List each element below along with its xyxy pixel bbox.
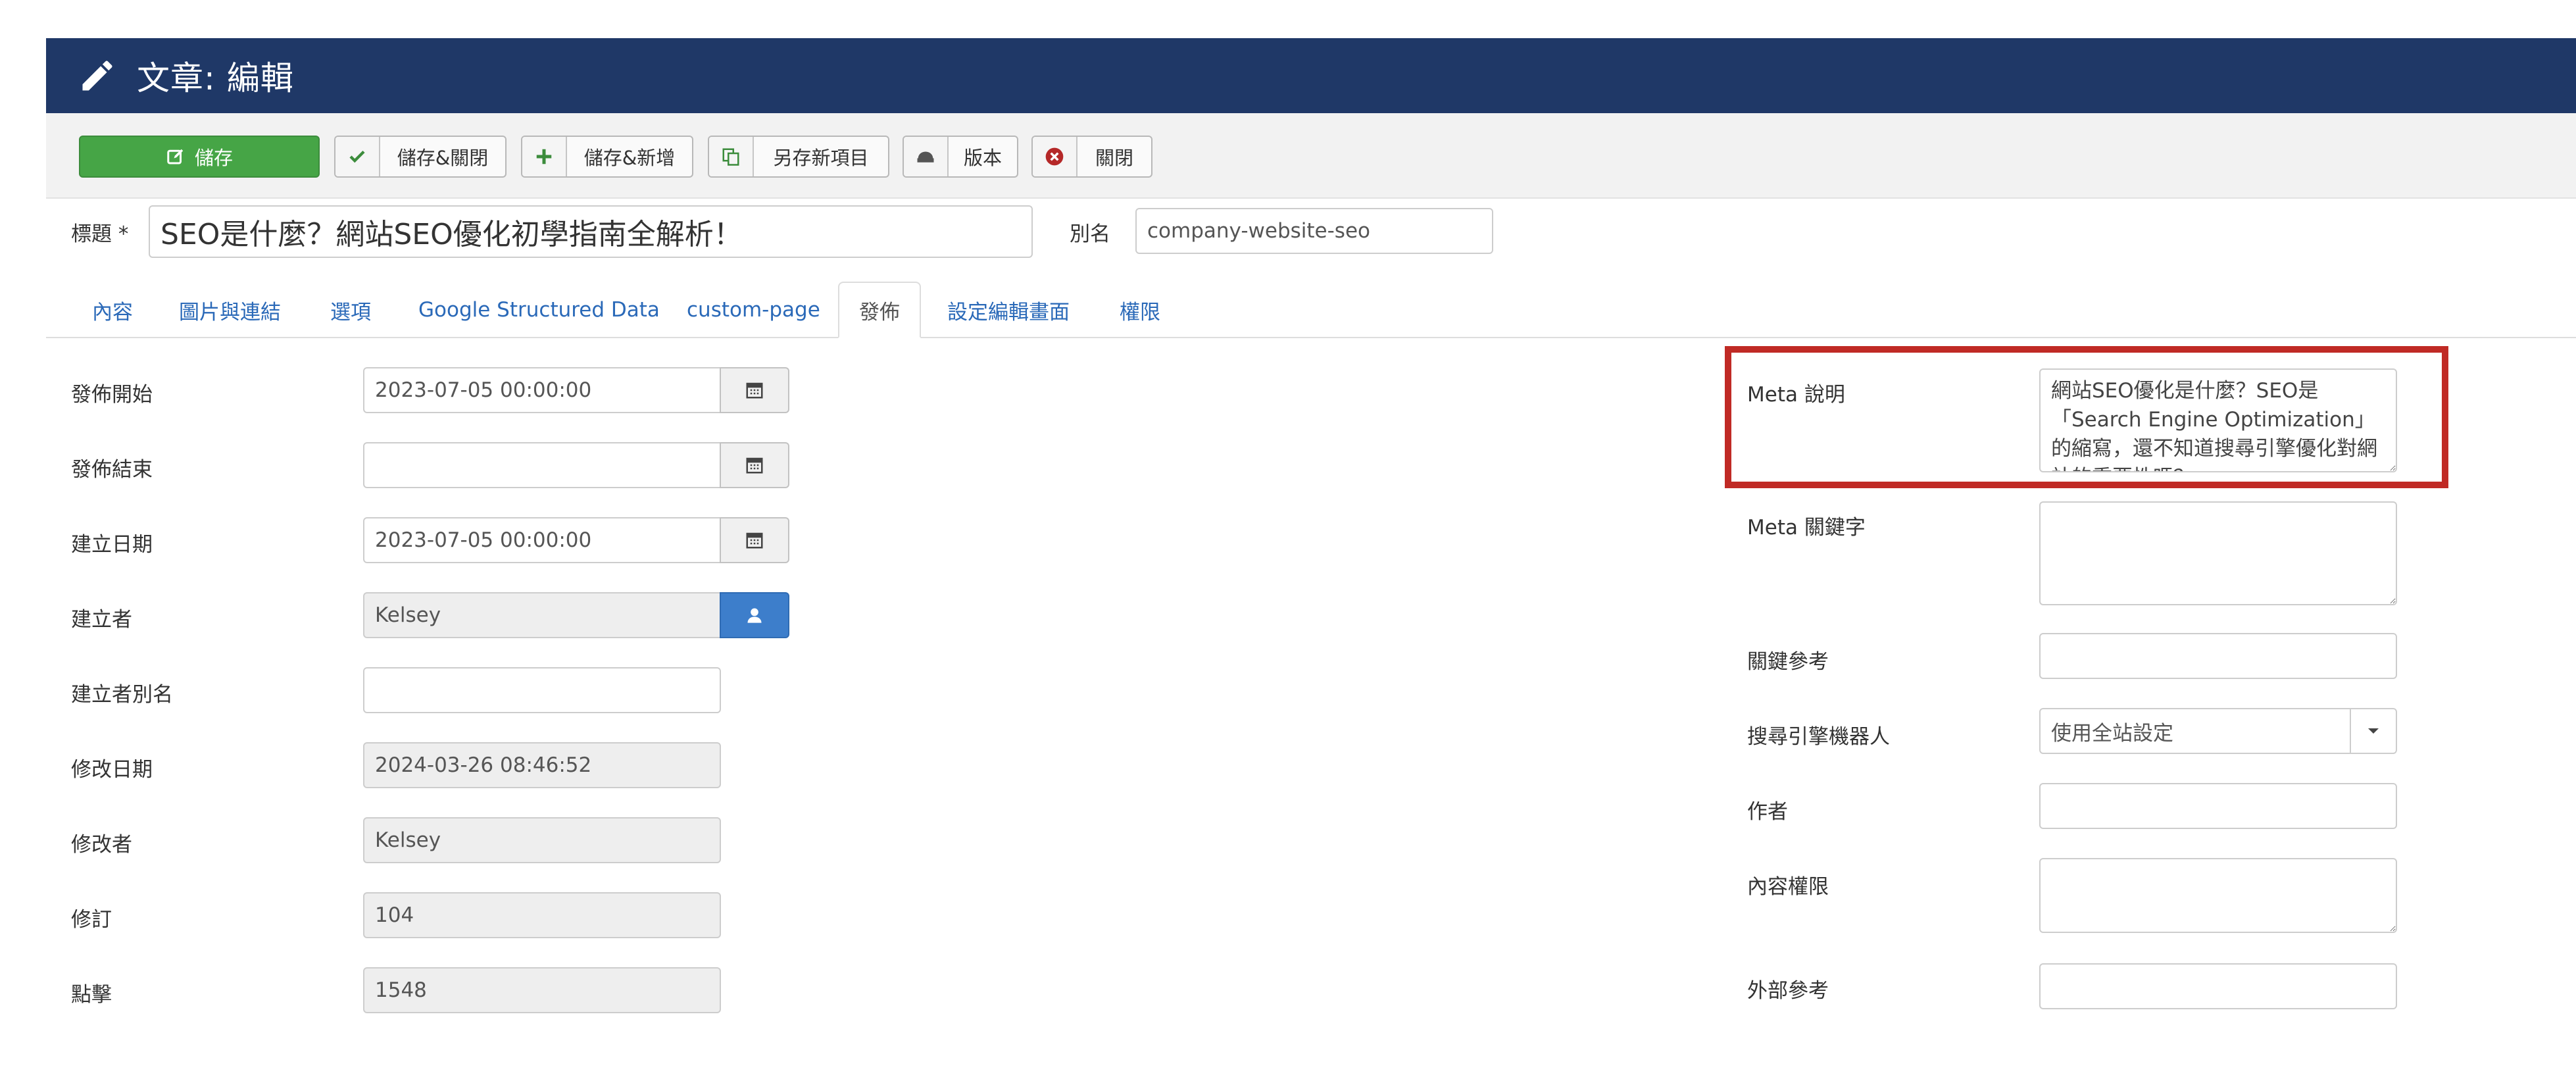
title-input[interactable]: SEO是什麼？網站SEO優化初學指南全解析！ [149, 205, 1033, 258]
save-close-button[interactable]: 儲存&關閉 [334, 136, 507, 178]
modified-by-input: Kelsey [363, 817, 721, 863]
tab-custom-page[interactable]: custom-page [687, 282, 820, 338]
robots-selected-value: 使用全站設定 [2051, 721, 2173, 745]
tab-google-structured-data[interactable]: Google Structured Data [418, 282, 660, 338]
save-copy-button[interactable]: 另存新項目 [708, 136, 889, 178]
versions-label: 版本 [963, 147, 1002, 169]
created-date-input[interactable]: 2023-07-05 00:00:00 [363, 517, 722, 563]
key-reference-input[interactable] [2039, 633, 2397, 679]
save-new-button[interactable]: 儲存&新增 [521, 136, 693, 178]
tab-content[interactable]: 內容 [92, 282, 133, 338]
tab-editor-config[interactable]: 設定編輯畫面 [947, 282, 1070, 338]
meta-keywords-textarea[interactable] [2039, 501, 2397, 605]
calendar-icon [746, 532, 763, 549]
close-label: 關閉 [1095, 147, 1133, 169]
external-reference-label: 外部參考 [1747, 979, 1829, 1003]
save-button[interactable]: 儲存 [79, 136, 320, 178]
content-rights-textarea[interactable] [2039, 858, 2397, 933]
alias-input[interactable]: company-website-seo [1135, 208, 1493, 254]
tab-options[interactable]: 選項 [330, 282, 371, 338]
hits-input: 1548 [363, 967, 721, 1013]
meta-description-textarea[interactable]: 網站SEO優化是什麼？SEO是「Search Engine Optimizati… [2039, 368, 2397, 472]
save-copy-label: 另存新項目 [773, 147, 869, 169]
calendar-icon [746, 382, 763, 399]
content-rights-label: 內容權限 [1747, 875, 1829, 899]
page-header: 文章: 編輯 [46, 38, 2576, 113]
revision-label: 修訂 [71, 908, 112, 932]
save-new-label: 儲存&新增 [583, 147, 676, 169]
alias-label: 別名 [1070, 222, 1110, 246]
pencil-icon [82, 61, 112, 91]
article-edit-page: 文章: 編輯 儲存 儲存&關閉 儲存&新增 另存新項目 版本 關閉 標題 * S… [0, 0, 2576, 1083]
publish-down-label: 發佈結束 [71, 458, 153, 482]
modified-date-input: 2024-03-26 08:46:52 [363, 742, 721, 788]
calendar-icon [746, 457, 763, 474]
author-label: 作者 [1747, 800, 1788, 824]
author-input[interactable] [2039, 783, 2397, 829]
publish-down-input[interactable] [363, 442, 722, 488]
created-by-input: Kelsey [363, 592, 722, 638]
revision-input: 104 [363, 892, 721, 938]
title-label: 標題 * [71, 222, 129, 246]
tab-permissions[interactable]: 權限 [1120, 282, 1160, 338]
archive-icon [904, 137, 949, 176]
versions-button[interactable]: 版本 [903, 136, 1018, 178]
publish-up-label: 發佈開始 [71, 383, 153, 407]
created-by-alias-label: 建立者別名 [71, 683, 173, 707]
tab-images-links[interactable]: 圖片與連結 [179, 282, 281, 338]
meta-description-label: Meta 說明 [1747, 383, 1845, 407]
check-icon [335, 137, 380, 176]
created-date-calendar-button[interactable] [720, 517, 789, 563]
select-user-button[interactable] [720, 592, 789, 638]
close-button[interactable]: 關閉 [1031, 136, 1152, 178]
plus-icon [522, 137, 567, 176]
publish-down-calendar-button[interactable] [720, 442, 789, 488]
page-title: 文章: 編輯 [137, 59, 294, 97]
key-reference-label: 關鍵參考 [1747, 650, 1829, 674]
robots-label: 搜尋引擎機器人 [1747, 725, 1890, 749]
tab-publishing[interactable]: 發佈 [838, 282, 921, 338]
created-by-label: 建立者 [71, 608, 132, 632]
save-close-label: 儲存&關閉 [397, 147, 489, 169]
save-label: 儲存 [194, 147, 233, 169]
meta-keywords-label: Meta 關鍵字 [1747, 516, 1866, 540]
hits-label: 點擊 [71, 983, 112, 1007]
user-icon [747, 608, 762, 623]
chevron-down-icon [2350, 709, 2396, 753]
edit-icon [167, 149, 184, 164]
publish-up-calendar-button[interactable] [720, 367, 789, 413]
close-circle-icon [1033, 137, 1077, 176]
publish-up-input[interactable]: 2023-07-05 00:00:00 [363, 367, 722, 413]
robots-select[interactable]: 使用全站設定 [2039, 708, 2397, 754]
created-date-label: 建立日期 [71, 533, 153, 557]
modified-by-label: 修改者 [71, 833, 132, 857]
created-by-alias-input[interactable] [363, 667, 721, 713]
toolbar: 儲存 儲存&關閉 儲存&新增 另存新項目 版本 關閉 [46, 113, 2576, 199]
external-reference-input[interactable] [2039, 963, 2397, 1009]
copy-icon [709, 137, 754, 176]
modified-date-label: 修改日期 [71, 758, 153, 782]
